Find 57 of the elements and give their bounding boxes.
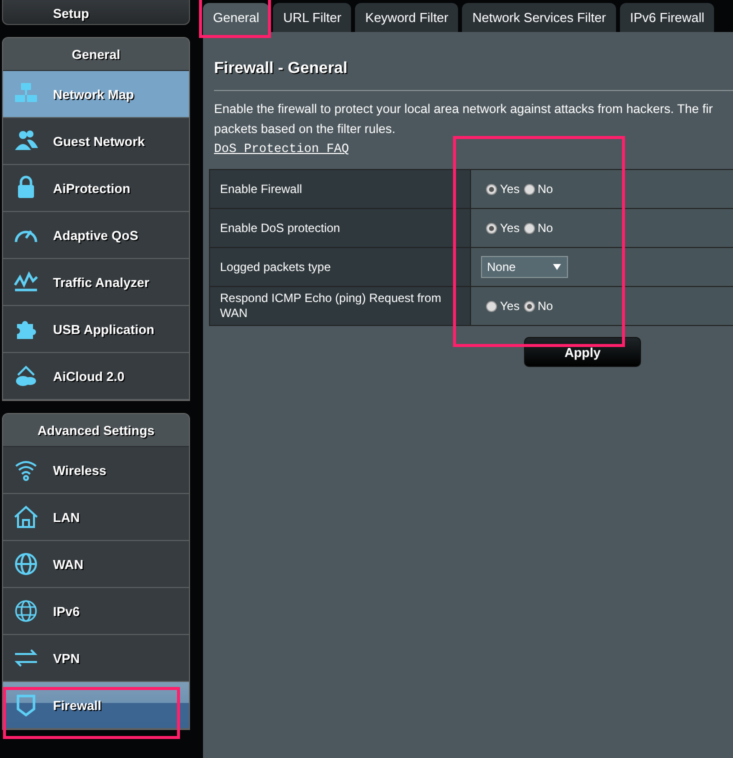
arrows-icon [14,649,38,667]
apply-button[interactable]: Apply [524,337,641,367]
radio-button[interactable] [486,300,497,312]
setting-label: Enable Firewall [210,170,470,208]
faq-link[interactable]: DoS Protection FAQ [214,142,350,156]
menu-item[interactable]: Guest Network [3,118,189,165]
radio-button[interactable] [524,184,535,194]
radio-label: No [538,182,553,196]
shield-icon [16,694,36,717]
radio-button[interactable] [486,222,497,234]
section-title: General [72,46,120,62]
dropdown[interactable]: None [481,256,568,278]
speedometer-icon [14,230,38,242]
section-title: Advanced Settings [37,422,155,438]
menu-item[interactable]: Firewall [3,682,189,729]
chart-icon [14,271,38,292]
menu-item[interactable]: IPv6 [3,588,189,635]
highlight-frame [199,0,271,38]
setup-label: Setup [53,6,90,21]
menu-item[interactable]: AiCloud 2.0 [3,353,189,400]
globe-icon [15,553,37,575]
tab[interactable]: General [203,3,270,32]
puzzle-icon [17,321,36,339]
setting-label: Respond ICMP Echo (ping) Request from WAN [210,286,470,326]
menu-item[interactable]: Wireless [3,447,189,494]
wifi-icon [15,461,37,481]
setup-menu-item[interactable]: Setup [2,0,190,25]
caret-icon [553,264,561,270]
radio-button[interactable] [486,184,497,194]
page-title: Firewall - General [214,60,348,78]
lock-icon [18,176,34,198]
menu-item[interactable]: USB Application [3,306,189,353]
radio-label: No [538,221,553,235]
globe-icon [15,600,37,622]
menu-item[interactable]: AiProtection [3,165,189,212]
menu-item[interactable]: LAN [3,494,189,541]
tab[interactable]: Network Services Filter [462,3,616,32]
users-icon [15,130,38,150]
tab[interactable]: Keyword Filter [355,3,458,32]
tab[interactable]: IPv6 Firewall [620,3,714,32]
radio-label: Yes [500,182,520,196]
house-icon [14,506,38,528]
menu-item[interactable]: WAN [3,541,189,588]
radio-button[interactable] [524,300,535,312]
radio-label: Yes [500,221,520,235]
description-text: packets based on the filter rules. [214,121,396,138]
radio-label: Yes [500,299,520,313]
tab[interactable]: URL Filter [273,3,352,32]
description-text: Enable the firewall to protect your local area network against attacks from hackers. The fir [214,101,714,118]
setting-label: Enable DoS protection [210,208,470,248]
menu-item[interactable]: Traffic Analyzer [3,259,189,306]
radio-button[interactable] [524,222,535,234]
radio-label: No [538,299,553,313]
menu-item[interactable]: Adaptive QoS [3,212,189,259]
network-icon [15,83,37,102]
setting-label: Logged packets type [210,248,470,286]
cloud-house-icon [16,366,36,386]
